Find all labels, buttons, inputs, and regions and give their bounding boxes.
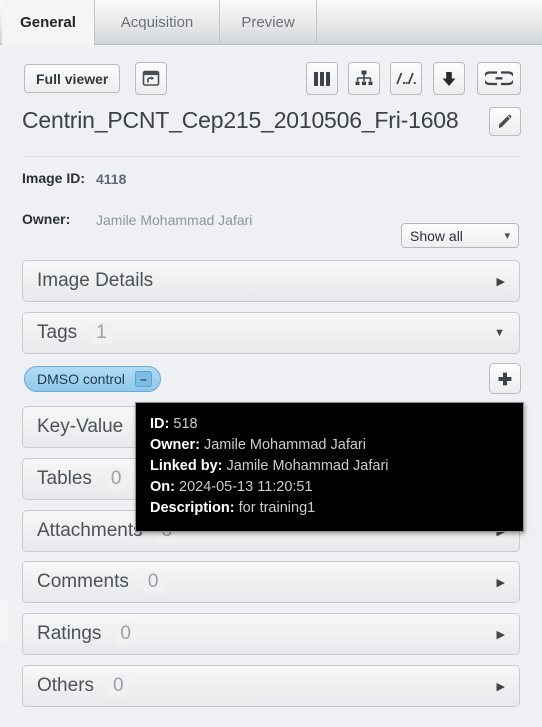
show-all-select[interactable]: Show all ▾ — [401, 223, 519, 248]
owner-value: Jamile Mohammad Jafari — [96, 212, 253, 228]
show-all-label: Show all — [410, 227, 463, 244]
tooltip-line-on: On: 2024-05-13 11:20:51 — [150, 477, 509, 498]
chevron-down-icon: ▾ — [504, 230, 510, 242]
roi-polyline-button[interactable] — [390, 62, 422, 95]
section-count: 0 — [142, 571, 164, 593]
section-label: Tables — [37, 468, 92, 489]
add-tag-button[interactable] — [489, 363, 521, 394]
tab-preview-label: Preview — [241, 14, 295, 31]
image-id-label: Image ID: — [22, 170, 86, 186]
open-in-new-window-icon — [142, 70, 160, 86]
tag-chip-dmso-control[interactable]: DMSO control – — [24, 366, 161, 392]
tab-general-label: General — [20, 14, 76, 31]
section-count: 0 — [108, 675, 129, 697]
chevron-right-icon: ▶ — [496, 680, 505, 693]
section-label: Key-Value — [37, 416, 124, 437]
image-metadata-panel: General Acquisition Preview Full viewer — [0, 0, 542, 727]
section-comments[interactable]: Comments 0 ▶ — [22, 561, 520, 603]
tooltip-key: Owner: — [150, 437, 200, 453]
section-label: Attachments — [37, 520, 143, 541]
download-arrow-icon — [442, 71, 456, 86]
section-label: Comments — [37, 571, 129, 592]
tooltip-value: for training1 — [238, 500, 316, 516]
tab-general[interactable]: General — [2, 0, 95, 46]
chevron-right-icon: ▶ — [496, 275, 505, 288]
tab-bar: General Acquisition Preview — [0, 0, 542, 46]
tab-preview[interactable]: Preview — [220, 0, 317, 45]
tooltip-value: 518 — [173, 416, 198, 432]
tooltip-key: ID: — [150, 416, 170, 432]
section-label: Others — [37, 675, 95, 696]
tooltip-line-linked-by: Linked by: Jamile Mohammad Jafari — [150, 456, 509, 477]
panel-edge-strip — [0, 600, 8, 642]
roi-polyline-icon — [396, 72, 416, 85]
link-button[interactable] — [477, 62, 521, 95]
tooltip-key: Description: — [150, 500, 235, 516]
columns-grid-button[interactable] — [306, 62, 338, 95]
tooltip-value: Jamile Mohammad Jafari — [226, 458, 389, 474]
tooltip-value: 2024-05-13 11:20:51 — [179, 479, 313, 495]
tooltip-key: On: — [150, 479, 175, 495]
full-viewer-button[interactable]: Full viewer — [24, 64, 121, 93]
tooltip-key: Linked by: — [150, 458, 223, 474]
tab-bar-filler — [317, 0, 542, 45]
hierarchy-tree-button[interactable] — [348, 62, 380, 95]
chevron-right-icon: ▶ — [496, 576, 505, 589]
tag-tooltip: ID: 518 Owner: Jamile Mohammad Jafari Li… — [135, 402, 524, 532]
tooltip-line-description: Description: for training1 — [150, 498, 509, 519]
section-others[interactable]: Others 0 ▶ — [22, 665, 520, 707]
section-count: 1 — [91, 322, 112, 344]
tooltip-value: Jamile Mohammad Jafari — [203, 437, 366, 453]
tab-acquisition[interactable]: Acquisition — [95, 0, 220, 45]
hierarchy-tree-icon — [355, 70, 373, 86]
section-label: Ratings — [37, 623, 102, 644]
section-count: 0 — [105, 468, 127, 490]
title-divider — [22, 156, 520, 157]
section-count: 0 — [115, 623, 136, 645]
section-ratings[interactable]: Ratings 0 ▶ — [22, 613, 520, 655]
tab-acquisition-label: Acquisition — [120, 14, 194, 31]
section-label: Image Details — [37, 270, 154, 291]
download-button[interactable] — [433, 62, 465, 95]
page-title: Centrin_PCNT_Cep215_2010506_Fri-1608 — [22, 107, 459, 133]
tooltip-line-id: ID: 518 — [150, 414, 509, 435]
chevron-down-icon: ▼ — [494, 327, 505, 339]
section-tags[interactable]: Tags 1 ▼ — [22, 312, 520, 354]
pencil-icon — [498, 114, 511, 128]
section-image-details[interactable]: Image Details ▶ — [22, 260, 520, 302]
tag-remove-icon[interactable]: – — [134, 371, 152, 387]
chevron-right-icon: ▶ — [496, 628, 505, 641]
edit-name-button[interactable] — [489, 107, 521, 136]
link-chain-icon — [485, 71, 513, 86]
plus-icon — [498, 372, 512, 385]
tooltip-line-owner: Owner: Jamile Mohammad Jafari — [150, 435, 509, 456]
open-in-new-window-button[interactable] — [135, 62, 167, 95]
tag-chip-label: DMSO control — [37, 371, 125, 387]
image-id-value: 4118 — [96, 171, 127, 187]
section-label: Tags — [37, 322, 78, 343]
full-viewer-label: Full viewer — [36, 70, 109, 87]
owner-label: Owner: — [22, 211, 71, 227]
grid-columns-icon — [314, 71, 330, 86]
